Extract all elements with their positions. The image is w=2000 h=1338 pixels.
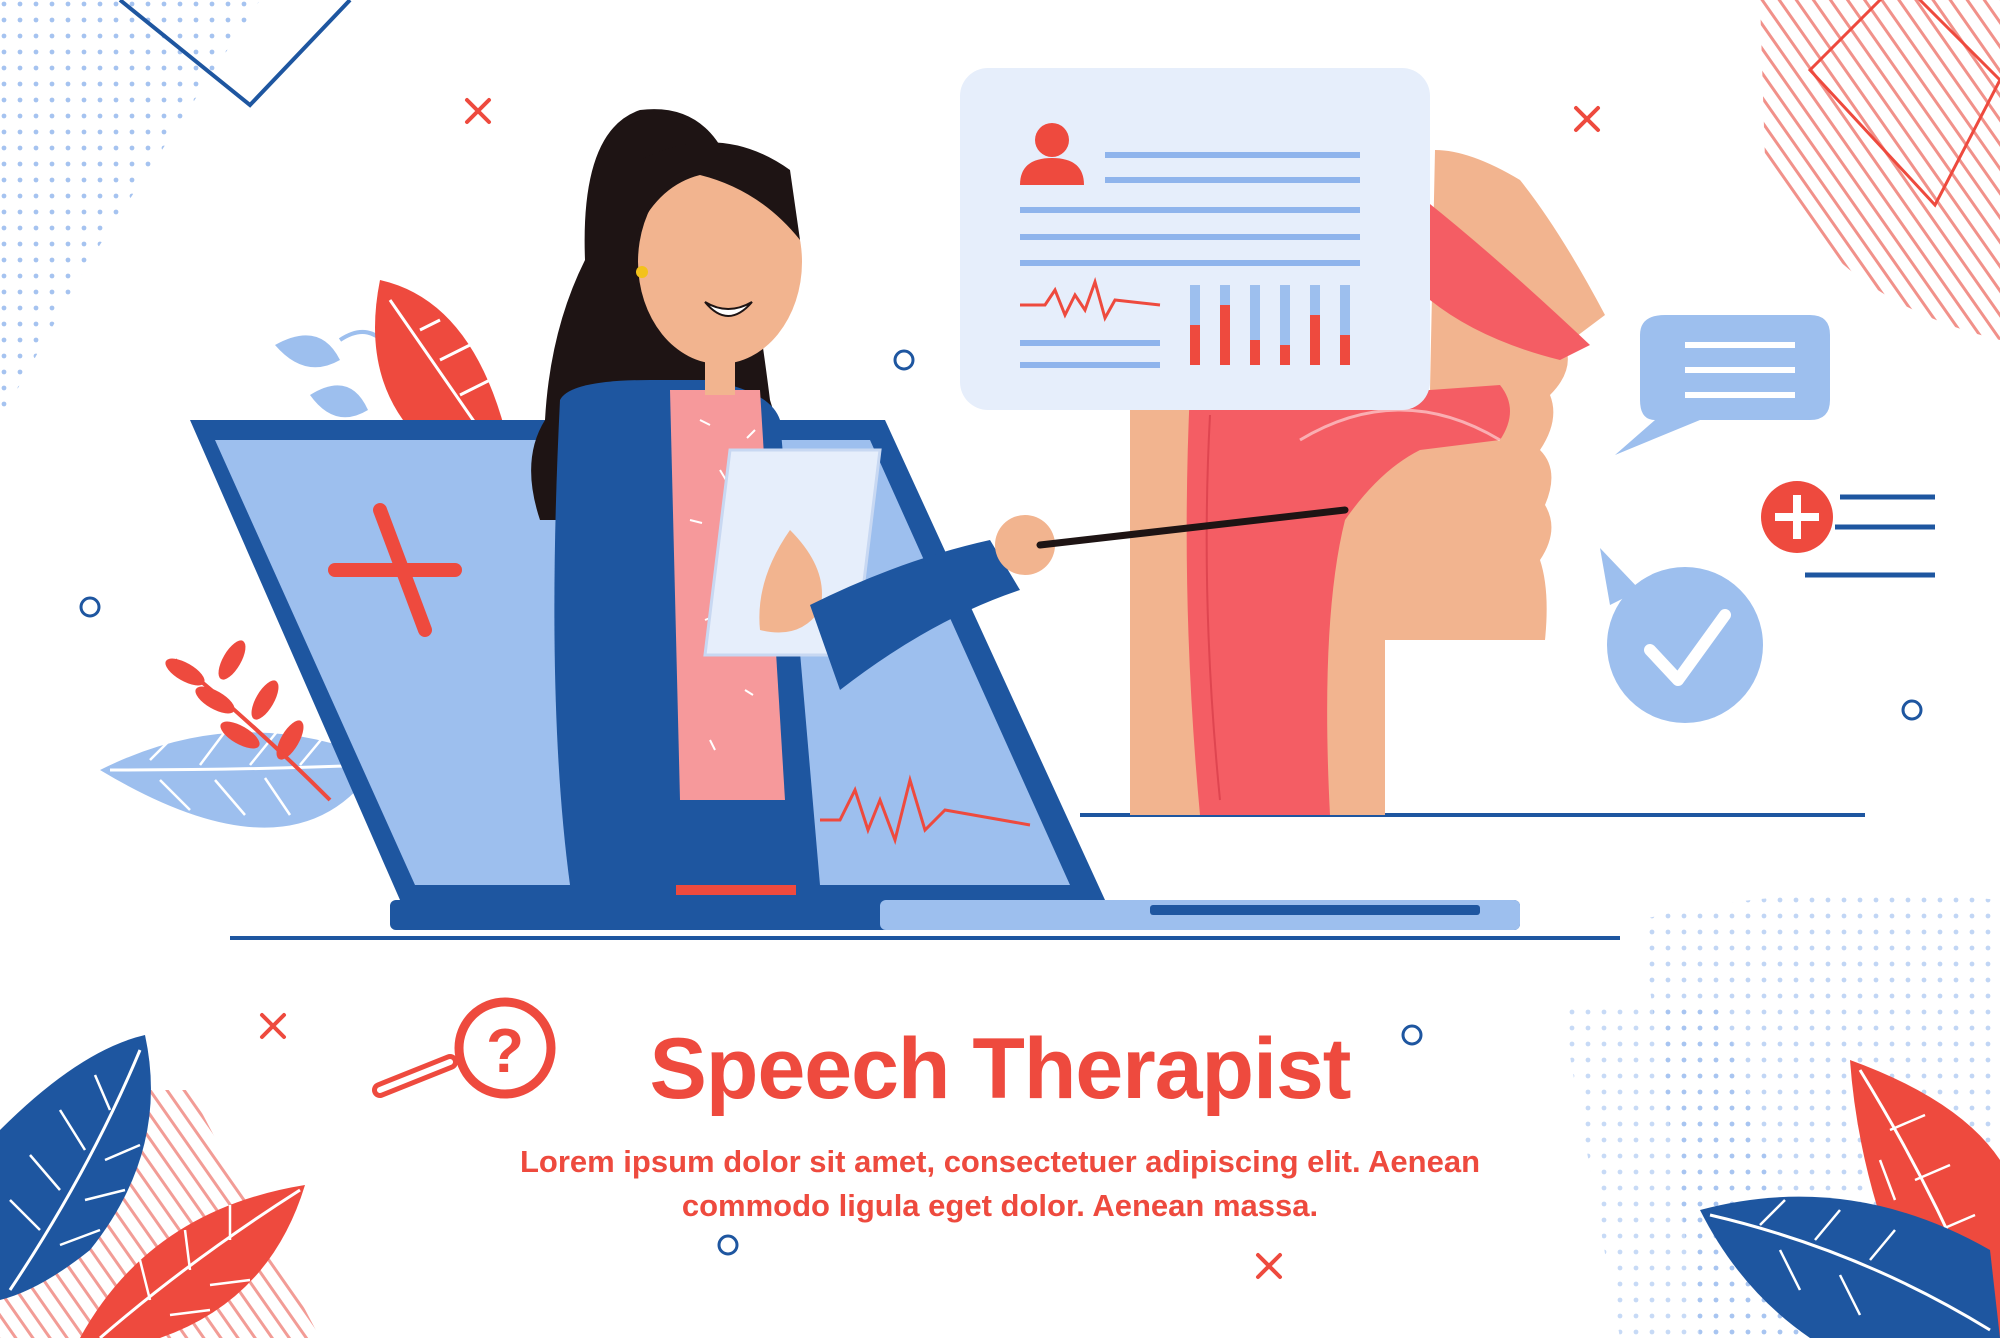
headline-title: Speech Therapist xyxy=(649,1021,1352,1117)
mouth-label: ABC xyxy=(1463,92,1554,147)
headline-body-line-1: Lorem ipsum dolor sit amet, consectetuer… xyxy=(519,1144,1481,1179)
headline-body-line-2: commodo ligula eget dolor. Aenean massa. xyxy=(681,1188,1319,1223)
scene-svg: ABC ? xyxy=(0,0,2000,1338)
stripe-pattern-top-right xyxy=(1760,0,2000,340)
speech-therapist-illustration: ABC ? Speech Therapist Lorem ipsum dolor… xyxy=(0,0,2000,1338)
headline-body: Lorem ipsum dolor sit amet, consectetuer… xyxy=(440,1140,1560,1228)
speech-bubble-icon xyxy=(1615,315,1830,455)
plus-icon xyxy=(1761,481,1833,553)
checkmark-icon xyxy=(1600,548,1763,723)
patient-card xyxy=(960,68,1430,410)
dot-pattern-top-left xyxy=(0,0,260,420)
